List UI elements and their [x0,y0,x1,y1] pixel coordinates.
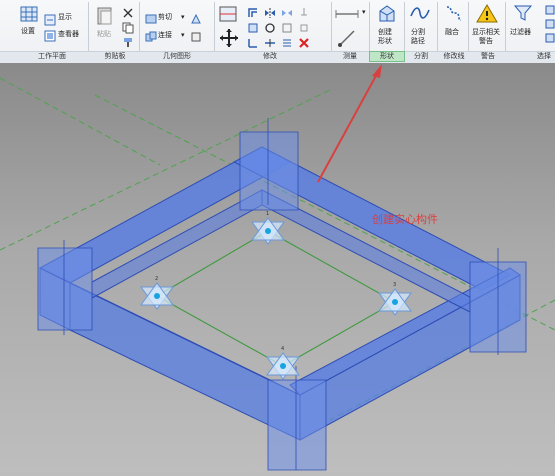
point-label: 1 [266,211,269,217]
blend-icon[interactable] [443,3,463,25]
point-label: 2 [155,276,158,282]
column-west[interactable] [37,247,93,331]
group-label-modify[interactable]: 修改 [240,51,300,62]
group-label-geometry[interactable]: 几何图形 [146,51,208,62]
align-icon[interactable] [218,3,240,25]
grid-workplane-icon[interactable] [20,4,40,24]
wall-join-icon[interactable] [190,28,202,42]
scale-icon[interactable] [281,19,293,33]
group-label-clipboard[interactable]: 剪贴板 [92,51,138,62]
ribbon-toolbar: 设置 显示 查看器 粘贴 剪切 ▾ 连接 ▾ ▾ 创建 形状 分割 路径 融合 … [0,0,555,63]
dimension-icon[interactable] [337,28,357,48]
pin-icon[interactable] [298,4,310,16]
column-south[interactable] [267,379,327,471]
annotation-text: 创建实心构件 [372,213,438,226]
measure-icon[interactable] [335,6,359,20]
split-path-button[interactable]: 分割 路径 [411,28,425,46]
copy-modify-icon[interactable] [247,19,259,33]
split-element-icon[interactable] [264,34,276,47]
trim-icon[interactable] [247,34,259,48]
split-path-icon[interactable] [410,4,430,22]
join-button[interactable]: 连接 [158,31,172,40]
rotate-icon[interactable] [264,19,276,33]
paste-icon[interactable] [96,6,114,26]
column-north[interactable] [239,131,299,211]
group-label-measure[interactable]: 测量 [334,51,366,62]
mirror-icon[interactable] [264,4,276,18]
paste-button[interactable]: 粘贴 [97,30,111,39]
cut-dropdown[interactable]: ▾ [181,13,185,22]
create-form-button[interactable]: 创建 形状 [378,28,392,46]
copy-icon[interactable] [122,19,134,34]
mirror-axis-icon[interactable] [281,4,293,16]
measure-dropdown[interactable]: ▾ [362,8,366,17]
group-label-select[interactable]: 选择 [530,51,555,62]
delete-icon[interactable] [298,34,310,48]
point-label: 4 [281,346,284,352]
void-icon[interactable] [190,10,202,24]
blend-button[interactable]: 融合 [445,28,459,37]
show-button[interactable]: 显示 [58,13,72,22]
join-dropdown[interactable]: ▾ [181,31,185,40]
viewer-icon[interactable] [44,27,56,42]
filter-icon[interactable] [513,3,533,23]
group-label-workplane[interactable]: 工作平面 [20,51,84,62]
group-label-warning[interactable]: 警告 [472,51,504,62]
show-warnings-button[interactable]: 显示相关 警告 [472,28,500,46]
3d-viewport[interactable]: 1 2 3 4 创建实心构件 [0,63,555,472]
array-icon[interactable] [281,34,293,47]
cut-geometry-icon[interactable] [145,10,157,24]
create-form-icon[interactable] [376,3,398,25]
filter-button[interactable]: 过滤器 [510,28,531,37]
offset-icon[interactable] [247,4,259,17]
warning-icon[interactable] [476,3,498,23]
move-icon[interactable] [219,28,239,48]
match-properties-icon[interactable] [122,33,134,47]
group-label-create[interactable]: 形状 [371,51,403,62]
select-more-icon[interactable] [545,4,555,44]
point-label: 3 [393,282,396,288]
viewer-button[interactable]: 查看器 [58,30,79,39]
join-geometry-icon[interactable] [145,28,157,42]
scissors-icon[interactable] [122,4,134,18]
cut-button[interactable]: 剪切 [158,13,172,22]
unpin-icon[interactable] [298,19,310,32]
show-icon[interactable] [44,11,56,26]
set-button[interactable]: 设置 [21,27,35,36]
group-label-split[interactable]: 分割 [405,51,437,62]
group-label-modify-line[interactable]: 修改线 [437,51,471,62]
